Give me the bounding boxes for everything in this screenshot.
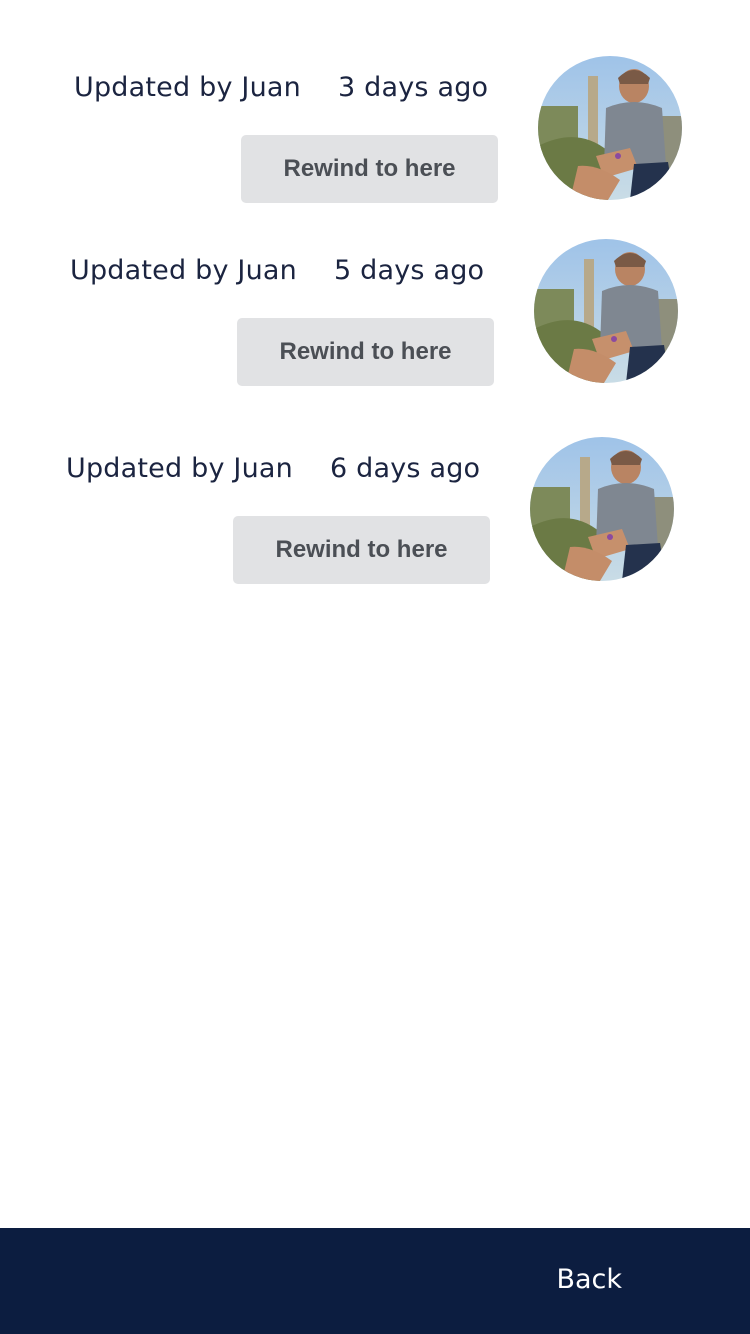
rewind-button[interactable]: Rewind to here [233, 516, 490, 584]
updated-by-text: Updated by Juan [74, 72, 301, 103]
updated-by-text: Updated by Juan [66, 453, 293, 484]
back-button[interactable]: Back [556, 1264, 622, 1295]
rewind-button[interactable]: Rewind to here [237, 318, 494, 386]
time-ago-text: 6 days ago [330, 453, 481, 484]
history-screen: Updated by Juan 3 days ago Rewind to her… [0, 0, 750, 1334]
footer-bar: Back [0, 1228, 750, 1334]
avatar [530, 437, 674, 581]
history-entry: Updated by Juan 6 days ago Rewind to her… [0, 431, 692, 591]
updated-by-text: Updated by Juan [70, 255, 297, 286]
time-ago-text: 5 days ago [334, 255, 485, 286]
avatar [538, 56, 682, 200]
user-avatar-icon [538, 56, 682, 200]
rewind-button[interactable]: Rewind to here [241, 135, 498, 203]
time-ago-text: 3 days ago [338, 72, 489, 103]
history-entry: Updated by Juan 3 days ago Rewind to her… [0, 50, 700, 210]
user-avatar-icon [530, 437, 674, 581]
user-avatar-icon [534, 239, 678, 383]
history-entry: Updated by Juan 5 days ago Rewind to her… [0, 233, 696, 393]
avatar [534, 239, 678, 383]
